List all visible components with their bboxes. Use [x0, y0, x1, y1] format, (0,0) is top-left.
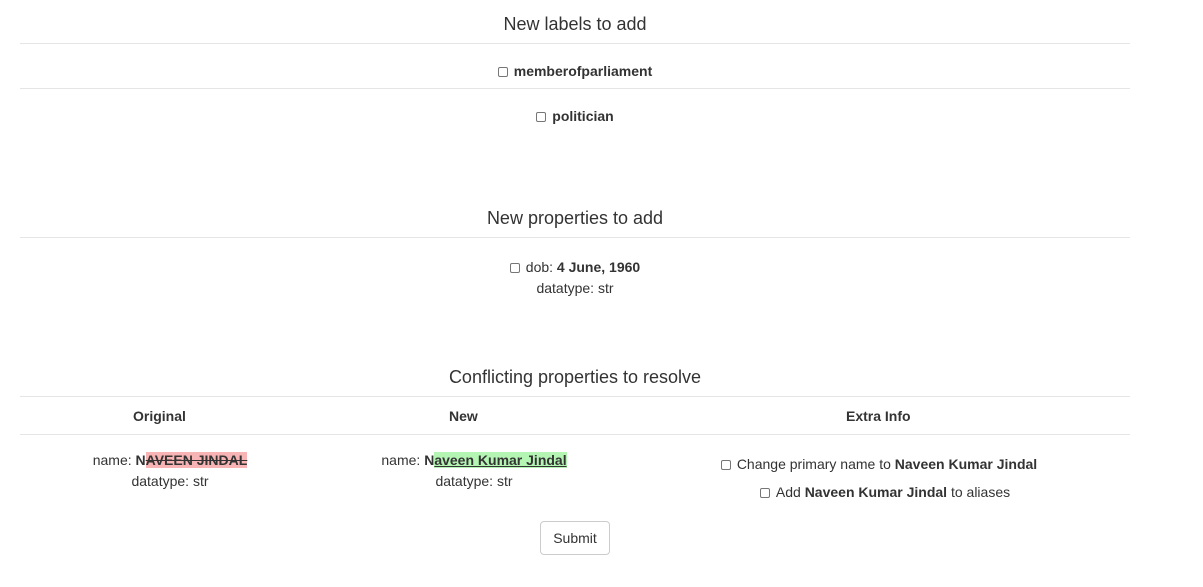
- property-checkbox-dob[interactable]: [509, 263, 520, 273]
- extra-info-cell: Change primary name to Naveen Kumar Jind…: [679, 450, 1079, 506]
- properties-section-title: New properties to add: [20, 194, 1130, 238]
- aliases-name: Naveen Kumar Jindal: [804, 484, 948, 500]
- new-datatype: datatype: str: [435, 473, 513, 489]
- property-datatype: datatype: str: [536, 280, 614, 296]
- change-primary-text: Change primary name to: [736, 456, 895, 472]
- original-key: name:: [92, 452, 136, 468]
- label-text: politician: [552, 108, 614, 124]
- label-checkbox-memberofparliament[interactable]: [497, 67, 508, 77]
- new-common-prefix: N: [424, 452, 435, 468]
- change-primary-name: Naveen Kumar Jindal: [894, 456, 1038, 472]
- label-checkbox-politician[interactable]: [536, 112, 547, 122]
- labels-section-title: New labels to add: [20, 0, 1130, 44]
- original-datatype: datatype: str: [131, 473, 209, 489]
- original-common-prefix: N: [135, 452, 146, 468]
- submit-button[interactable]: Submit: [540, 521, 610, 555]
- property-value: 4 June, 1960: [556, 259, 641, 275]
- label-row: memberofparliament: [20, 44, 1130, 89]
- new-added-text: aveen Kumar Jindal: [434, 452, 567, 468]
- original-cell: name: NAVEEN JINDAL datatype: str: [70, 450, 270, 492]
- new-key: name:: [381, 452, 425, 468]
- property-item-dob: dob: 4 June, 1960 datatype: str: [20, 238, 1130, 299]
- change-primary-checkbox[interactable]: [720, 460, 731, 470]
- new-cell: name: Naveen Kumar Jindal datatype: str: [354, 450, 594, 492]
- original-removed-text: AVEEN JINDAL: [145, 452, 248, 468]
- conflicts-table-header: Original New Extra Info: [20, 397, 1130, 435]
- label-text: memberofparliament: [513, 63, 653, 79]
- property-key: dob:: [525, 259, 557, 275]
- review-form: New labels to add memberofparliament pol…: [20, 0, 1130, 535]
- add-aliases-option: Add Naveen Kumar Jindal to aliases: [679, 478, 1079, 506]
- change-primary-option: Change primary name to Naveen Kumar Jind…: [679, 450, 1079, 478]
- table-row: name: NAVEEN JINDAL datatype: str name: …: [20, 435, 1130, 535]
- label-row: politician: [20, 89, 1130, 133]
- conflicts-section-title: Conflicting properties to resolve: [20, 353, 1130, 397]
- column-header-new: New: [449, 408, 478, 424]
- column-header-original: Original: [133, 408, 186, 424]
- aliases-suffix-text: to aliases: [947, 484, 1011, 500]
- aliases-prefix-text: Add: [775, 484, 805, 500]
- add-aliases-checkbox[interactable]: [759, 488, 770, 498]
- column-header-extra-info: Extra Info: [846, 408, 911, 424]
